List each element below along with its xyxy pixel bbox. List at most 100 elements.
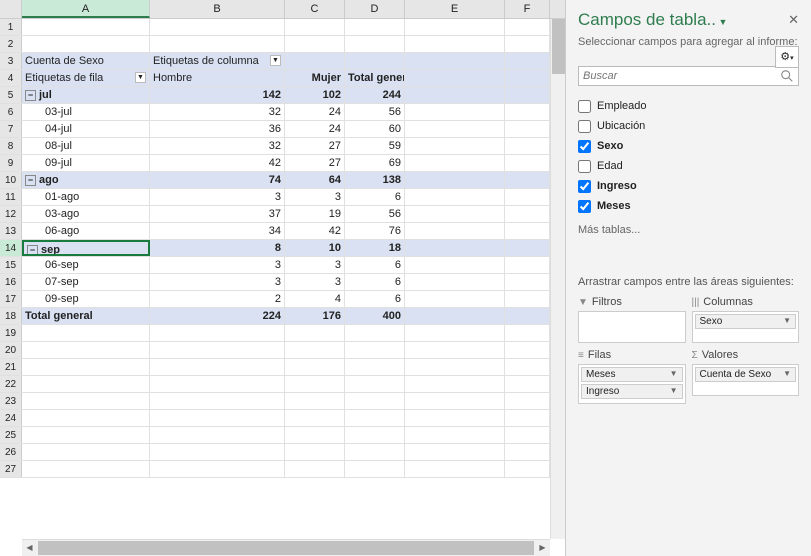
cell[interactable]: Hombre xyxy=(150,70,285,86)
cell[interactable]: 24 xyxy=(285,121,345,137)
cell[interactable] xyxy=(505,240,550,256)
cell[interactable] xyxy=(505,444,550,460)
cell[interactable]: Mujer xyxy=(285,70,345,86)
cell[interactable] xyxy=(345,376,405,392)
cell[interactable]: 08-jul xyxy=(22,138,150,154)
row-header[interactable]: 22 xyxy=(0,376,22,392)
field-list-item[interactable]: Edad xyxy=(578,156,799,176)
cell[interactable] xyxy=(405,104,505,120)
cell[interactable] xyxy=(505,206,550,222)
cell[interactable] xyxy=(22,359,150,375)
cell[interactable] xyxy=(405,155,505,171)
collapse-icon[interactable]: − xyxy=(27,245,38,256)
cell[interactable]: 27 xyxy=(285,138,345,154)
row-header[interactable]: 8 xyxy=(0,138,22,154)
col-B[interactable]: B xyxy=(150,0,285,18)
cell[interactable]: 74 xyxy=(150,172,285,188)
cell[interactable] xyxy=(345,444,405,460)
filter-dropdown-icon[interactable]: ▼ xyxy=(270,55,281,66)
row-header[interactable]: 12 xyxy=(0,206,22,222)
cell[interactable] xyxy=(150,359,285,375)
field-list-item[interactable]: Sexo xyxy=(578,136,799,156)
row-header[interactable]: 18 xyxy=(0,308,22,324)
cell[interactable] xyxy=(345,427,405,443)
cell[interactable] xyxy=(505,291,550,307)
cell[interactable] xyxy=(405,359,505,375)
field-list-item[interactable]: Meses xyxy=(578,196,799,216)
cell[interactable]: 102 xyxy=(285,87,345,103)
chevron-down-icon[interactable]: ▼ xyxy=(783,369,791,380)
cell[interactable] xyxy=(405,308,505,324)
cell[interactable] xyxy=(285,410,345,426)
cell[interactable]: 03-jul xyxy=(22,104,150,120)
cell[interactable]: 3 xyxy=(150,274,285,290)
row-header[interactable]: 16 xyxy=(0,274,22,290)
cell[interactable] xyxy=(22,461,150,477)
cell[interactable]: 19 xyxy=(285,206,345,222)
cell[interactable]: Etiquetas de fila▼ xyxy=(22,70,150,86)
cell[interactable] xyxy=(505,19,550,35)
cell[interactable]: 07-sep xyxy=(22,274,150,290)
cell[interactable]: −sep xyxy=(22,240,150,256)
cell[interactable] xyxy=(505,308,550,324)
cell[interactable] xyxy=(505,53,550,69)
cell[interactable] xyxy=(150,342,285,358)
cell[interactable]: 6 xyxy=(345,274,405,290)
cell[interactable] xyxy=(405,70,505,86)
cell[interactable] xyxy=(22,325,150,341)
cell[interactable] xyxy=(405,410,505,426)
cell[interactable] xyxy=(505,70,550,86)
cell[interactable] xyxy=(22,19,150,35)
cell[interactable] xyxy=(285,393,345,409)
field-checkbox[interactable] xyxy=(578,200,591,213)
cell[interactable] xyxy=(505,87,550,103)
cell[interactable] xyxy=(150,325,285,341)
field-chip[interactable]: Meses▼ xyxy=(581,367,683,382)
row-header[interactable]: 23 xyxy=(0,393,22,409)
row-header[interactable]: 11 xyxy=(0,189,22,205)
cell[interactable]: 01-ago xyxy=(22,189,150,205)
cell[interactable]: 32 xyxy=(150,104,285,120)
row-header[interactable]: 6 xyxy=(0,104,22,120)
gear-icon[interactable]: ⚙▾ xyxy=(775,46,799,68)
cell[interactable]: 2 xyxy=(150,291,285,307)
field-chip[interactable]: Ingreso▼ xyxy=(581,384,683,399)
field-chip[interactable]: Cuenta de Sexo▼ xyxy=(695,367,797,382)
cell[interactable] xyxy=(150,376,285,392)
cell[interactable] xyxy=(405,291,505,307)
cell[interactable] xyxy=(285,461,345,477)
cell[interactable] xyxy=(505,155,550,171)
cell[interactable] xyxy=(405,257,505,273)
cell[interactable] xyxy=(22,427,150,443)
row-header[interactable]: 5 xyxy=(0,87,22,103)
field-list-item[interactable]: Ubicación xyxy=(578,116,799,136)
cell[interactable] xyxy=(345,325,405,341)
cell[interactable] xyxy=(405,342,505,358)
cell[interactable]: Total general xyxy=(22,308,150,324)
cell[interactable]: 3 xyxy=(285,189,345,205)
filters-dropzone[interactable] xyxy=(578,311,686,343)
cell[interactable]: 10 xyxy=(285,240,345,256)
cell[interactable] xyxy=(405,206,505,222)
cell[interactable]: 76 xyxy=(345,223,405,239)
cell[interactable]: 03-ago xyxy=(22,206,150,222)
row-header[interactable]: 17 xyxy=(0,291,22,307)
collapse-icon[interactable]: − xyxy=(25,90,36,101)
cell[interactable] xyxy=(505,427,550,443)
filter-dropdown-icon[interactable]: ▼ xyxy=(135,72,146,83)
cell[interactable] xyxy=(505,342,550,358)
row-header[interactable]: 3 xyxy=(0,53,22,69)
cell[interactable]: 60 xyxy=(345,121,405,137)
cell[interactable] xyxy=(285,36,345,52)
cell[interactable] xyxy=(285,19,345,35)
row-header[interactable]: 26 xyxy=(0,444,22,460)
field-list-item[interactable]: Ingreso xyxy=(578,176,799,196)
cell[interactable] xyxy=(345,19,405,35)
field-checkbox[interactable] xyxy=(578,160,591,173)
cell[interactable]: −ago xyxy=(22,172,150,188)
cell[interactable] xyxy=(505,325,550,341)
cell[interactable] xyxy=(405,325,505,341)
cell[interactable] xyxy=(150,427,285,443)
cell[interactable] xyxy=(345,359,405,375)
field-chip[interactable]: Sexo▼ xyxy=(695,314,797,329)
